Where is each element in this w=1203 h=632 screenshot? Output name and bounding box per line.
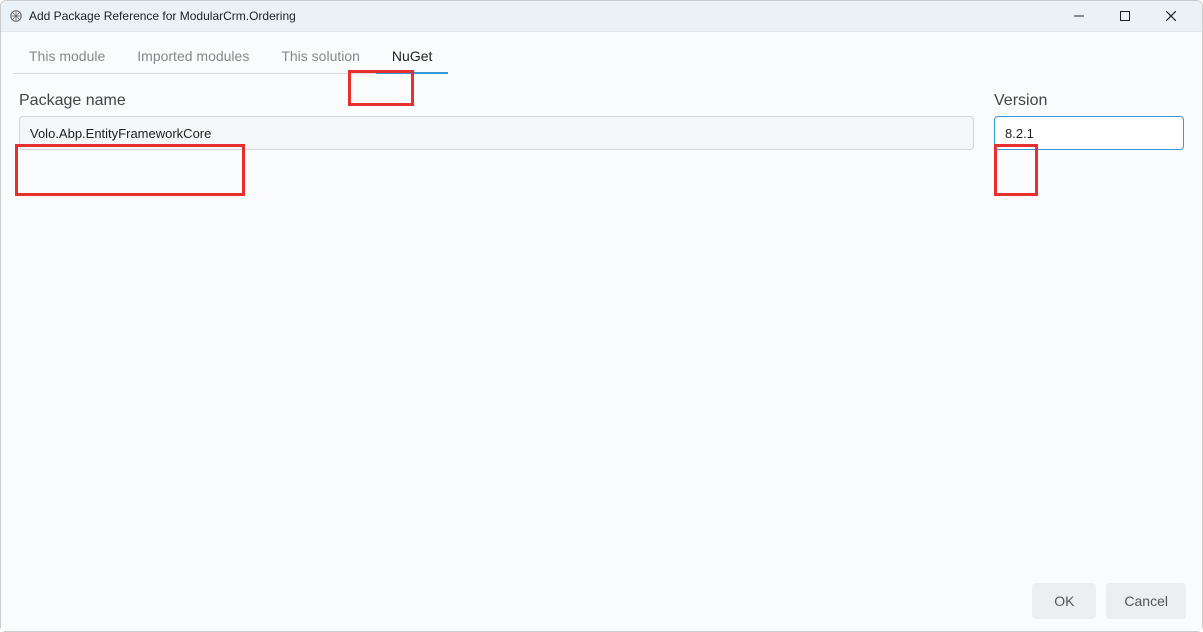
version-group: Version (994, 92, 1184, 150)
tabs-container: This module Imported modules This soluti… (1, 32, 1202, 74)
ok-button[interactable]: OK (1032, 583, 1096, 619)
package-input-wrapper (19, 116, 974, 150)
cancel-button[interactable]: Cancel (1106, 583, 1186, 619)
dialog-footer: OK Cancel (1, 571, 1202, 631)
minimize-button[interactable] (1056, 1, 1102, 31)
close-button[interactable] (1148, 1, 1194, 31)
maximize-button[interactable] (1102, 1, 1148, 31)
content-area: This module Imported modules This soluti… (1, 31, 1202, 631)
tab-this-solution[interactable]: This solution (265, 40, 376, 74)
dialog-window: Add Package Reference for ModularCrm.Ord… (0, 0, 1203, 632)
tab-nuget[interactable]: NuGet (376, 40, 448, 74)
tab-this-module[interactable]: This module (13, 40, 121, 74)
form-row: Package name Version (1, 74, 1202, 150)
app-icon (9, 9, 23, 23)
package-name-label: Package name (19, 92, 974, 110)
annotation-highlight-package (15, 144, 245, 196)
title-bar: Add Package Reference for ModularCrm.Ord… (1, 1, 1202, 31)
window-title: Add Package Reference for ModularCrm.Ord… (29, 9, 296, 23)
tab-imported-modules[interactable]: Imported modules (121, 40, 265, 74)
window-controls (1056, 1, 1194, 31)
package-name-input[interactable] (19, 116, 974, 150)
annotation-highlight-version (994, 144, 1038, 196)
version-input-wrapper (994, 116, 1184, 150)
version-label: Version (994, 92, 1184, 110)
package-group: Package name (19, 92, 974, 150)
version-input[interactable] (994, 116, 1184, 150)
